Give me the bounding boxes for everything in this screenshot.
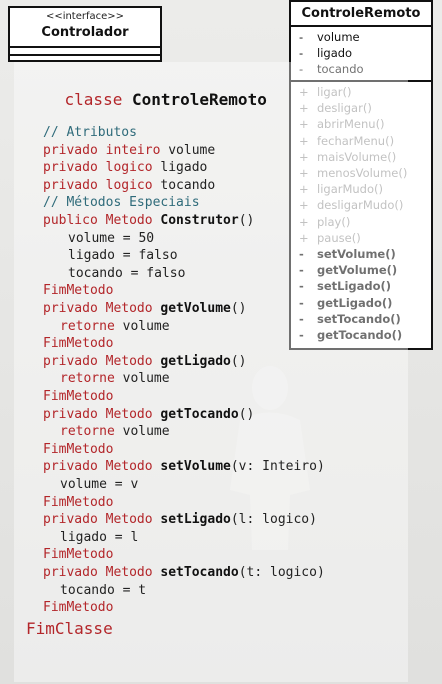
code-line: retorne volume <box>60 318 170 336</box>
code-method-name: getLigado <box>160 353 231 369</box>
operations-divider <box>10 54 160 56</box>
code-text: volume <box>122 424 170 440</box>
code-method-name: Construtor <box>160 213 239 228</box>
code-keyword: privado inteiro <box>43 142 169 158</box>
code-comment: // Atributos <box>43 125 137 140</box>
code-keyword: FimMetodo <box>43 600 114 616</box>
class-declaration: classe ControleRemoto <box>26 73 267 109</box>
code-line: publico Metodo Construtor() <box>43 212 254 230</box>
code-keyword: FimMetodo <box>43 389 114 404</box>
visibility-marker: - <box>299 46 304 60</box>
interface-stereotype: <<interface>> <box>45 11 125 22</box>
class-name: ControleRemoto <box>301 6 421 21</box>
code-text: volume = v <box>60 477 139 492</box>
code-keyword: FimMetodo <box>43 336 114 352</box>
class-attribute-name: ligado <box>317 46 353 60</box>
code-line: ligado = falso <box>68 247 178 265</box>
code-line: FimMetodo <box>43 546 113 564</box>
code-keyword: FimMetodo <box>43 494 114 510</box>
code-keyword: publico Metodo <box>43 213 161 228</box>
code-keyword: FimMetodo <box>43 283 114 299</box>
code-line: FimMetodo <box>43 599 113 617</box>
code-line: FimMetodo <box>43 441 113 459</box>
class-keyword: classe <box>64 90 123 109</box>
code-text: (l: logico) <box>230 512 317 528</box>
code-comment: // Métodos Especiais <box>43 195 200 211</box>
class-attribute-1: - ligado <box>299 45 352 61</box>
code-method-name: setTocando <box>160 565 239 580</box>
code-line: privado Metodo setLigado(l: logico) <box>43 511 317 529</box>
code-keyword: privado Metodo <box>43 565 161 580</box>
code-keyword: privado Metodo <box>43 301 161 316</box>
code-keyword: FimMetodo <box>43 441 114 457</box>
code-keyword: privado Metodo <box>43 512 161 528</box>
code-keyword: privado Metodo <box>43 353 161 369</box>
code-method-name: getTocando <box>160 406 239 422</box>
code-line: retorne volume <box>60 370 170 388</box>
code-line: privado Metodo setTocando(t: logico) <box>43 564 325 582</box>
code-line: // Métodos Especiais <box>43 194 200 212</box>
code-text: () <box>230 353 247 369</box>
code-text: () <box>238 213 255 228</box>
code-text: volume <box>168 142 216 158</box>
code-line: privado logico tocando <box>43 177 215 195</box>
code-line: volume = 50 <box>68 230 154 248</box>
code-keyword: privado logico <box>43 177 161 193</box>
code-line: volume = v <box>60 476 138 494</box>
code-keyword: privado Metodo <box>43 459 161 475</box>
code-line: privado Metodo getVolume() <box>43 300 247 318</box>
code-keyword: retorne <box>60 318 123 334</box>
code-keyword: FimMetodo <box>43 547 114 563</box>
code-line: FimMetodo <box>43 335 113 353</box>
code-text: ligado = l <box>60 529 139 545</box>
code-method-name: setVolume <box>160 459 231 475</box>
code-text: volume <box>122 318 170 334</box>
code-line: ligado = l <box>60 529 138 547</box>
code-text: tocando = falso <box>68 265 186 281</box>
code-text: volume <box>122 371 170 387</box>
code-keyword: privado logico <box>43 160 161 176</box>
code-text: tocando <box>160 177 216 193</box>
code-text: () <box>238 406 255 422</box>
code-keyword: privado Metodo <box>43 406 161 422</box>
code-line: privado Metodo getTocando() <box>43 406 254 424</box>
visibility-marker: - <box>299 30 304 44</box>
interface-name: Controlador <box>41 25 129 40</box>
code-line: FimMetodo <box>43 388 113 406</box>
code-text: ligado = falso <box>68 248 178 264</box>
code-text: (t: logico) <box>238 565 325 580</box>
code-method-name: setLigado <box>160 512 231 528</box>
interface-controlador-box: <<interface>> Controlador <box>8 6 162 62</box>
code-line: privado Metodo setVolume(v: Inteiro) <box>43 458 325 476</box>
code-line: retorne volume <box>60 423 170 441</box>
code-line: privado logico ligado <box>43 159 207 177</box>
code-keyword: retorne <box>60 424 123 440</box>
class-attribute-name: volume <box>317 30 360 44</box>
code-line: FimMetodo <box>43 282 113 300</box>
code-text: (v: Inteiro) <box>230 459 325 475</box>
code-text: () <box>230 301 247 316</box>
code-line: tocando = falso <box>68 265 185 283</box>
code-text: volume = 50 <box>68 230 155 246</box>
code-keyword: retorne <box>60 371 123 387</box>
code-line: privado Metodo getLigado() <box>43 353 247 371</box>
class-end: FimClasse <box>26 619 113 638</box>
code-line: privado inteiro volume <box>43 142 215 160</box>
class-attribute-0: - volume <box>299 29 360 45</box>
name-divider <box>291 25 431 27</box>
code-method-name: getVolume <box>160 301 231 316</box>
code-line: FimMetodo <box>43 494 113 512</box>
class-declaration-name: ControleRemoto <box>131 90 267 109</box>
attributes-divider <box>10 46 160 48</box>
code-line: tocando = t <box>60 582 146 600</box>
code-text: tocando = t <box>60 582 147 598</box>
code-text: ligado <box>160 160 208 176</box>
code-line: // Atributos <box>43 124 137 142</box>
